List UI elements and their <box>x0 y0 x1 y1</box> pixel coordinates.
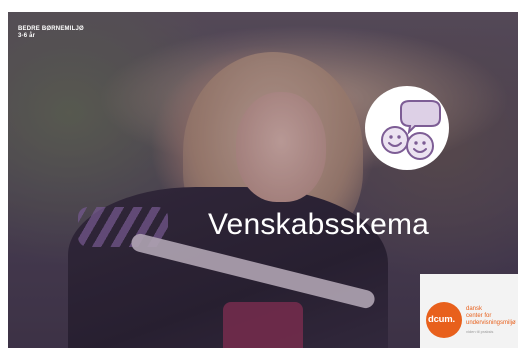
dcum-logo: dcum. dansk center for undervisningsmilj… <box>420 274 518 348</box>
logo-mark-text: dcum. <box>428 314 455 325</box>
friends-badge <box>365 86 449 170</box>
logo-line-1: dansk <box>466 306 483 312</box>
brand-age-range: 3-6 år <box>18 33 36 39</box>
logo-line-3: undervisningsmiljø <box>466 320 516 326</box>
friends-chat-icon <box>381 100 441 160</box>
logo-tagline: viden til praksis <box>466 329 494 334</box>
brand-title: BEDRE BØRNEMILJØ <box>18 26 84 32</box>
page-title: Venskabsskema <box>208 208 430 241</box>
logo-line-2: center for <box>466 313 492 319</box>
cover-frame: BEDRE BØRNEMILJØ 3-6 år Venskabsskema dc… <box>8 12 518 348</box>
